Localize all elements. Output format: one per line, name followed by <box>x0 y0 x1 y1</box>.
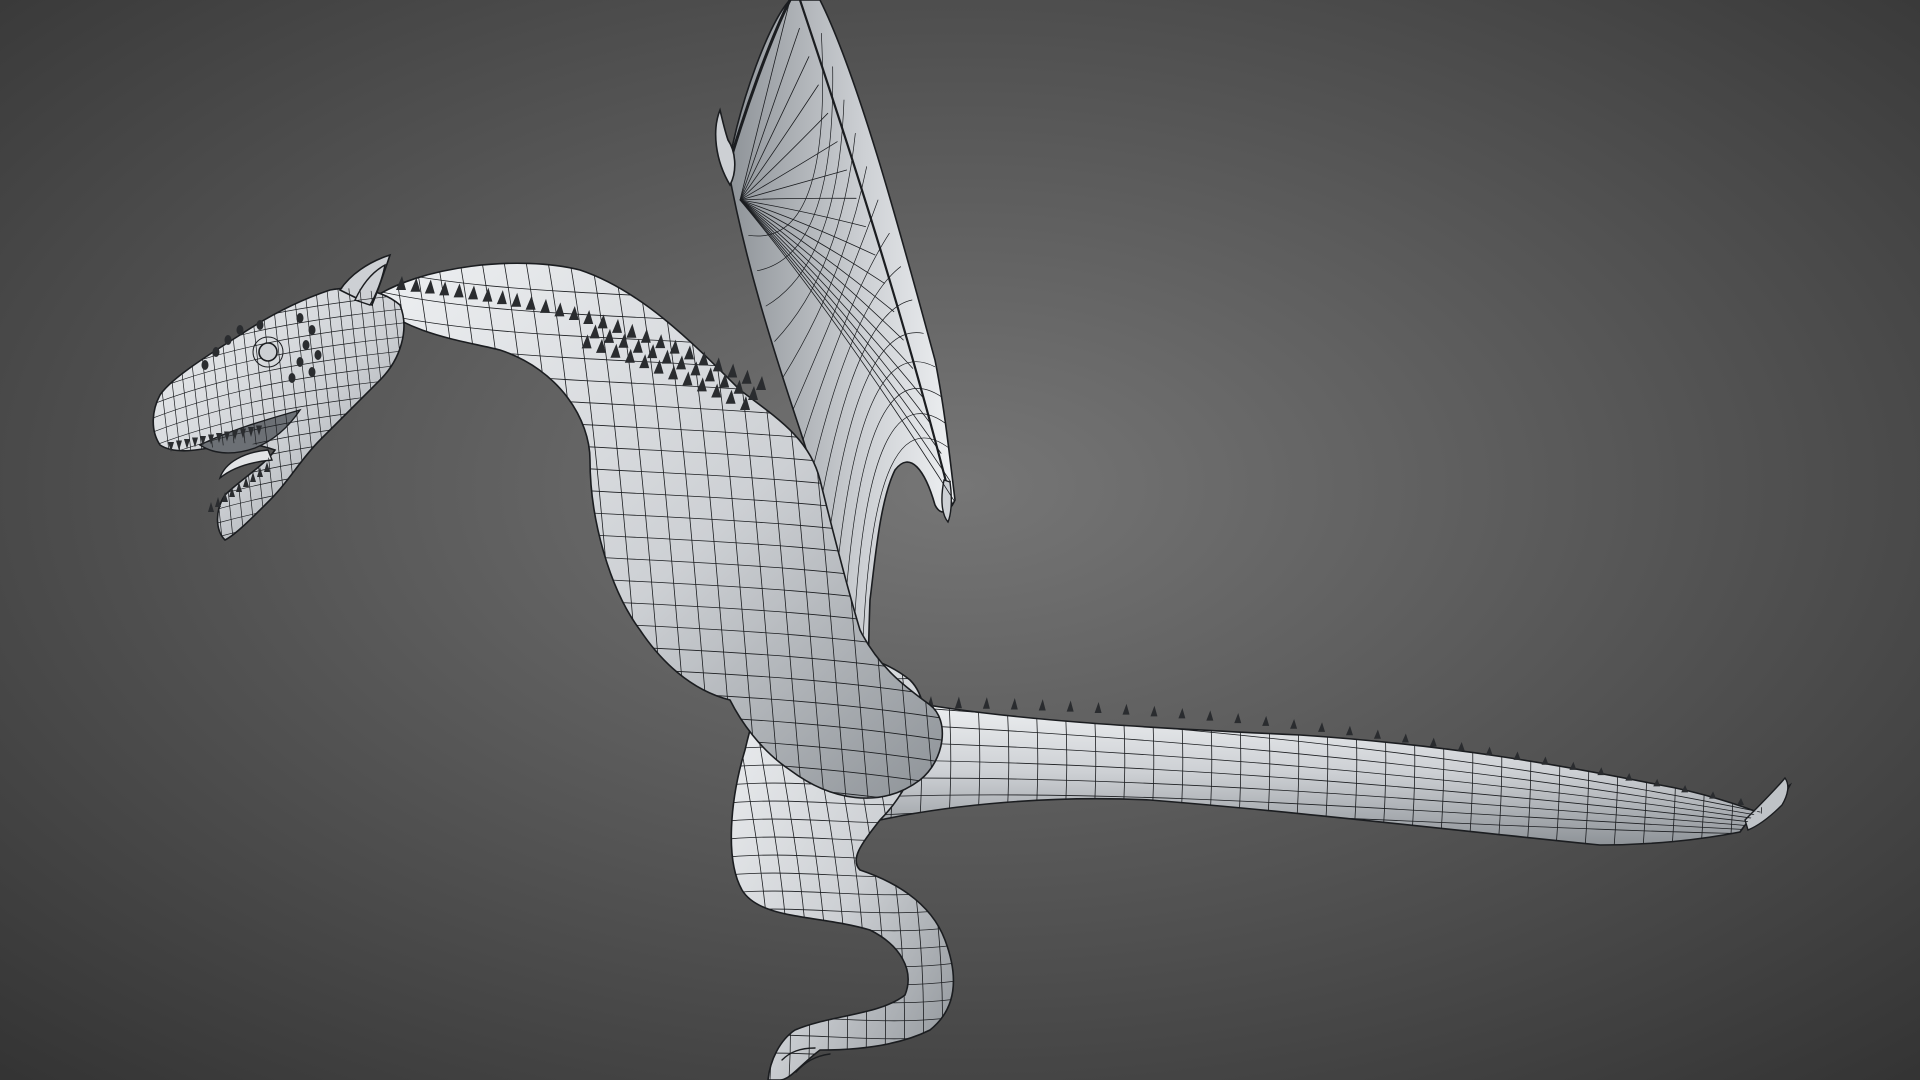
dragon-eye <box>258 342 278 362</box>
head-scale <box>224 335 232 345</box>
head-scale <box>201 360 209 370</box>
3d-viewport[interactable] <box>0 0 1920 1080</box>
head-scale <box>296 357 304 367</box>
head-scale <box>212 347 220 357</box>
head-scale <box>256 320 264 330</box>
head-scale <box>236 325 244 335</box>
head-scale <box>302 340 310 350</box>
head-scale <box>308 367 316 377</box>
head-scale <box>288 373 296 383</box>
viewport-background <box>0 0 1920 1080</box>
head-scale <box>308 325 316 335</box>
head-scale <box>314 350 322 360</box>
head-scale <box>296 313 304 323</box>
viewport-canvas[interactable] <box>0 0 1920 1080</box>
